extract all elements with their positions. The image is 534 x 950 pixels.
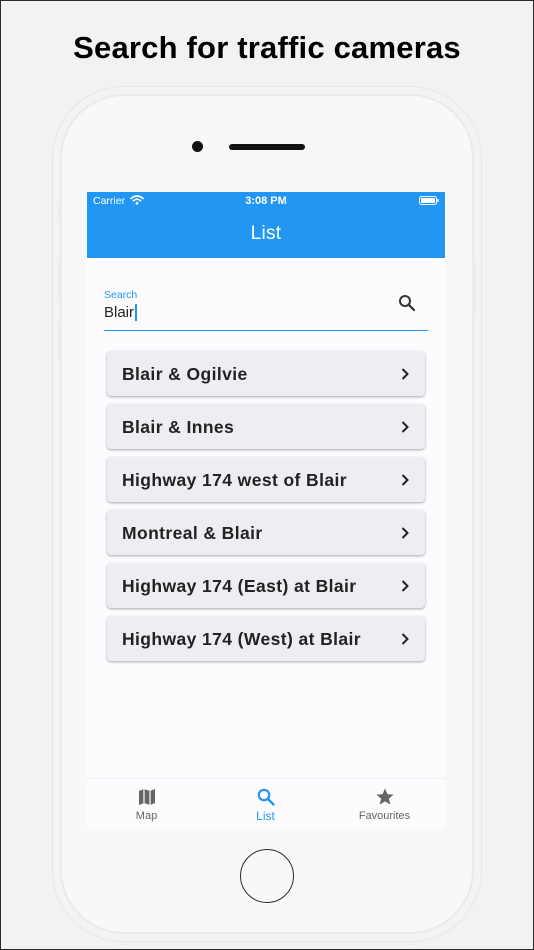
list-item[interactable]: Highway 174 west of Blair [107,457,425,502]
phone-frame: Carrier 3:08 PM List Search Blair Blair … [58,96,476,932]
volume-down-button [58,320,62,362]
list-item-label: Blair & Innes [122,417,235,437]
chevron-right-icon [401,580,409,592]
phone-screen: Carrier 3:08 PM List Search Blair Blair … [87,192,445,830]
nav-item-label: List [256,809,275,823]
list-item[interactable]: Blair & Ogilvie [107,351,425,396]
search-label: Search [104,289,138,301]
bottom-navigation: Map List Favourites [87,778,445,830]
map-icon [138,789,155,805]
list-item-label: Highway 174 (East) at Blair [122,576,357,596]
status-bar: Carrier 3:08 PM [87,192,445,210]
app-bar-title: List [250,223,282,244]
search-icon[interactable] [398,294,416,312]
status-time: 3:08 PM [245,195,287,207]
front-camera [192,141,203,152]
home-button[interactable] [240,849,294,903]
chevron-right-icon [401,527,409,539]
list-item[interactable]: Montreal & Blair [107,510,425,555]
earpiece-speaker [229,144,305,150]
search-field[interactable]: Search [104,289,428,331]
results-list: Blair & Ogilvie Blair & Innes Highway 17… [107,351,425,669]
list-item-label: Highway 174 west of Blair [122,470,347,490]
headline: Search for traffic cameras [73,30,461,65]
list-item[interactable]: Highway 174 (East) at Blair [107,563,425,608]
list-item-label: Highway 174 (West) at Blair [122,629,362,649]
text-cursor [135,304,137,321]
list-item[interactable]: Highway 174 (West) at Blair [107,616,425,661]
battery-icon [419,196,439,205]
search-icon [257,788,275,806]
nav-item-favourites[interactable]: Favourites [325,779,445,830]
list-item-label: Blair & Ogilvie [122,364,248,384]
chevron-right-icon [401,421,409,433]
nav-item-map[interactable]: Map [87,779,206,830]
chevron-right-icon [401,474,409,486]
power-button [472,260,476,316]
list-item[interactable]: Blair & Innes [107,404,425,449]
mute-switch [58,202,62,220]
volume-up-button [58,260,62,302]
app-bar: Carrier 3:08 PM List [87,192,445,258]
nav-item-list[interactable]: List [206,779,325,830]
chevron-right-icon [401,633,409,645]
nav-item-label: Favourites [358,810,411,822]
star-icon [376,788,394,805]
search-input[interactable] [104,302,384,322]
list-item-label: Montreal & Blair [122,523,263,543]
nav-item-label: Map [135,810,158,822]
chevron-right-icon [401,368,409,380]
